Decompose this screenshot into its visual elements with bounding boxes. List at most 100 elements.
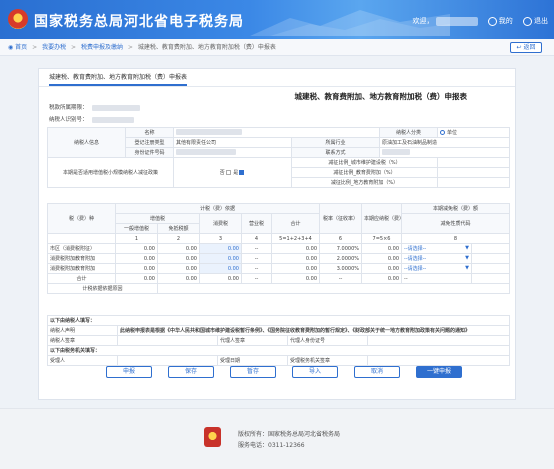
reduce-code-select[interactable]: --请选择-- ▼ bbox=[401, 253, 473, 264]
reg-type-label: 登记注册类型 bbox=[125, 137, 174, 148]
breadcrumb-separator: > bbox=[127, 44, 133, 51]
exempt-vat-cell: 0.00 bbox=[157, 243, 200, 254]
tab-urban-tax-form[interactable]: 城建税、教育费附加、地方教育附加税（费）申报表 bbox=[49, 72, 188, 86]
reduce-value-1 bbox=[437, 157, 510, 168]
site-title: 国家税务总局河北省电子税务局 bbox=[34, 14, 244, 30]
basis-note-input[interactable] bbox=[156, 283, 511, 294]
total-cell: 0.00 bbox=[270, 253, 321, 264]
general-vat-cell: 0.00 bbox=[115, 243, 158, 254]
col-num: 7=5×6 bbox=[361, 233, 403, 244]
save-button[interactable]: 保存 bbox=[168, 366, 214, 378]
name-value bbox=[173, 127, 380, 138]
table-row: 消费税附加教育附加 0.00 0.00 0.00 -- 0.00 2.0000%… bbox=[47, 253, 511, 264]
industry-value: 原油加工及石油制品制造 bbox=[379, 137, 510, 148]
checkbox-yes[interactable] bbox=[239, 170, 245, 175]
one-click-declare-button[interactable]: 一键申报 bbox=[416, 366, 462, 378]
total-header: 合计 bbox=[270, 213, 321, 234]
col-num: 3 bbox=[199, 233, 242, 244]
rate-cell: 3.0000% bbox=[319, 263, 363, 274]
declare-button[interactable]: 申报 bbox=[106, 366, 152, 378]
temp-save-button[interactable]: 暂存 bbox=[230, 366, 276, 378]
agent-id-value bbox=[366, 335, 511, 346]
checkbox-no[interactable] bbox=[225, 170, 231, 175]
business-tax-header: 营业税 bbox=[241, 213, 272, 234]
breadcrumb-current: 城建税、教育费附加、地方教育附加税（费）申报表 bbox=[137, 44, 276, 51]
id-type-label: 身份证件号码 bbox=[125, 147, 174, 158]
user-icon[interactable] bbox=[487, 16, 497, 26]
general-vat-cell: 0.00 bbox=[115, 263, 158, 274]
action-buttons: 申报 保存 暂存 导入 取消 一键申报 bbox=[0, 366, 554, 380]
tax-office-section-label: 以下由税务机关填写： bbox=[46, 345, 511, 356]
accept-office-label: 受理税务机关签章 bbox=[287, 355, 368, 366]
taxpayer-info-label: 纳税人信息 bbox=[47, 127, 126, 158]
consumption-tax-input[interactable]: 0.00 bbox=[199, 253, 242, 264]
taxpayer-type-label: 纳税人分类 bbox=[379, 127, 438, 138]
taxpayer-id-row: 纳税人识别号： bbox=[49, 115, 134, 123]
row-name: 消费税附加教育附加 bbox=[47, 263, 116, 274]
reduce-amount-cell bbox=[471, 263, 511, 274]
username-masked bbox=[435, 16, 478, 26]
small-policy-label: 本期是否适用增值税小规模纳税人减征政策 bbox=[47, 157, 174, 188]
col-num: 2 bbox=[157, 233, 200, 244]
consumption-tax-header: 消费税 bbox=[199, 213, 242, 234]
taxpayer-section-label: 以下由纳税人填写： bbox=[46, 315, 511, 326]
national-emblem-icon bbox=[8, 9, 28, 29]
contact-masked bbox=[382, 149, 410, 156]
row-name: 消费税附加教育附加 bbox=[47, 253, 116, 264]
reduce-code-header: 减免性质代码 bbox=[401, 213, 511, 234]
col-num: 4 bbox=[241, 233, 272, 244]
payable-cell: 0.00 bbox=[361, 243, 403, 254]
row-name: 市区（消费税附征） bbox=[47, 243, 116, 254]
logout-link[interactable]: 退出 bbox=[534, 16, 548, 26]
breadcrumb-separator: > bbox=[32, 44, 38, 51]
consumption-tax-input[interactable]: 0.00 bbox=[199, 243, 242, 254]
reg-type-value: 其他有限责任公司 bbox=[173, 137, 292, 148]
reduce-label-2: 减征比例_教育费附加（%） bbox=[291, 167, 438, 178]
checkbox-yes-label: 是 bbox=[233, 170, 239, 176]
col-num: 5=1+2+3+4 bbox=[270, 233, 321, 244]
tax-period-masked bbox=[91, 104, 140, 111]
back-button[interactable]: ↩ 返回 bbox=[510, 42, 542, 53]
total-exempt-vat: 0.00 bbox=[157, 273, 200, 284]
reduce-value-3 bbox=[437, 177, 510, 188]
table-row: 消费税附加教育附加 0.00 0.00 0.00 -- 0.00 3.0000%… bbox=[47, 263, 511, 274]
consumption-tax-input[interactable]: 0.00 bbox=[199, 263, 242, 274]
accepted-by-label: 受理人 bbox=[47, 355, 118, 366]
taxpayer-type-radio[interactable]: 单位 bbox=[437, 127, 510, 138]
total-business-tax: -- bbox=[241, 273, 272, 284]
breadcrumb-item-1[interactable]: 我要办税 bbox=[42, 44, 66, 51]
business-tax-cell: -- bbox=[241, 253, 272, 264]
form-panel: 城建税、教育费附加、地方教育附加税（费）申报表 城建税、教育费附加、地方教育附加… bbox=[38, 68, 516, 400]
reduce-code-select[interactable]: --请选择-- ▼ bbox=[401, 243, 473, 254]
exempt-vat-cell: 0.00 bbox=[157, 263, 200, 274]
payable-header: 本期应纳税（费）额 bbox=[361, 203, 403, 234]
reduce-code-select[interactable]: --请选择-- ▼ bbox=[401, 263, 473, 274]
total-row: 合计 0.00 0.00 0.00 -- 0.00 -- 0.00 -- bbox=[47, 273, 511, 284]
breadcrumb-item-2[interactable]: 税费申报及缴纳 bbox=[81, 44, 123, 51]
general-vat-header: 一般增值税 bbox=[115, 223, 158, 234]
id-masked bbox=[176, 149, 236, 156]
breadcrumb-home[interactable]: 首页 bbox=[15, 44, 27, 51]
accepted-by-value bbox=[117, 355, 218, 366]
basis-header: 计税（费）依据 bbox=[114, 203, 321, 214]
rate-cell: 2.0000% bbox=[319, 253, 363, 264]
reduce-value-2 bbox=[437, 167, 510, 178]
total-reduce-code: -- bbox=[401, 273, 473, 284]
rate-cell: 7.0000% bbox=[319, 243, 363, 254]
import-button[interactable]: 导入 bbox=[292, 366, 338, 378]
cancel-button[interactable]: 取消 bbox=[354, 366, 400, 378]
my-menu[interactable]: 我的 bbox=[499, 16, 513, 26]
footer-copyright: 版权所有：国家税务总局河北省税务局 bbox=[238, 431, 341, 438]
home-icon[interactable]: ◉ bbox=[8, 44, 13, 51]
reduce-label-3: 减征比例_地方教育附加（%） bbox=[291, 177, 438, 188]
logout-icon[interactable] bbox=[523, 16, 532, 26]
top-header: 国家税务总局河北省电子税务局 欢迎， 我的 退出 bbox=[0, 0, 554, 39]
tab-bar: 城建税、教育费附加、地方教育附加税（费）申报表 bbox=[39, 69, 515, 87]
vat-header: 增值税 bbox=[115, 213, 200, 224]
taxpayer-info-table: 纳税人信息 名称 纳税人分类 单位 登记注册类型 其他有限责任公司 所属行业 原… bbox=[47, 127, 510, 188]
chevron-down-icon: ▼ bbox=[465, 245, 470, 251]
col-num: 8 bbox=[401, 233, 511, 244]
total-rate: -- bbox=[319, 273, 363, 284]
small-policy-checkboxes: 否 是 bbox=[173, 157, 292, 188]
breadcrumb: ◉ 首页 > 我要办税 > 税费申报及缴纳 > 城建税、教育费附加、地方教育附加… bbox=[0, 39, 554, 56]
